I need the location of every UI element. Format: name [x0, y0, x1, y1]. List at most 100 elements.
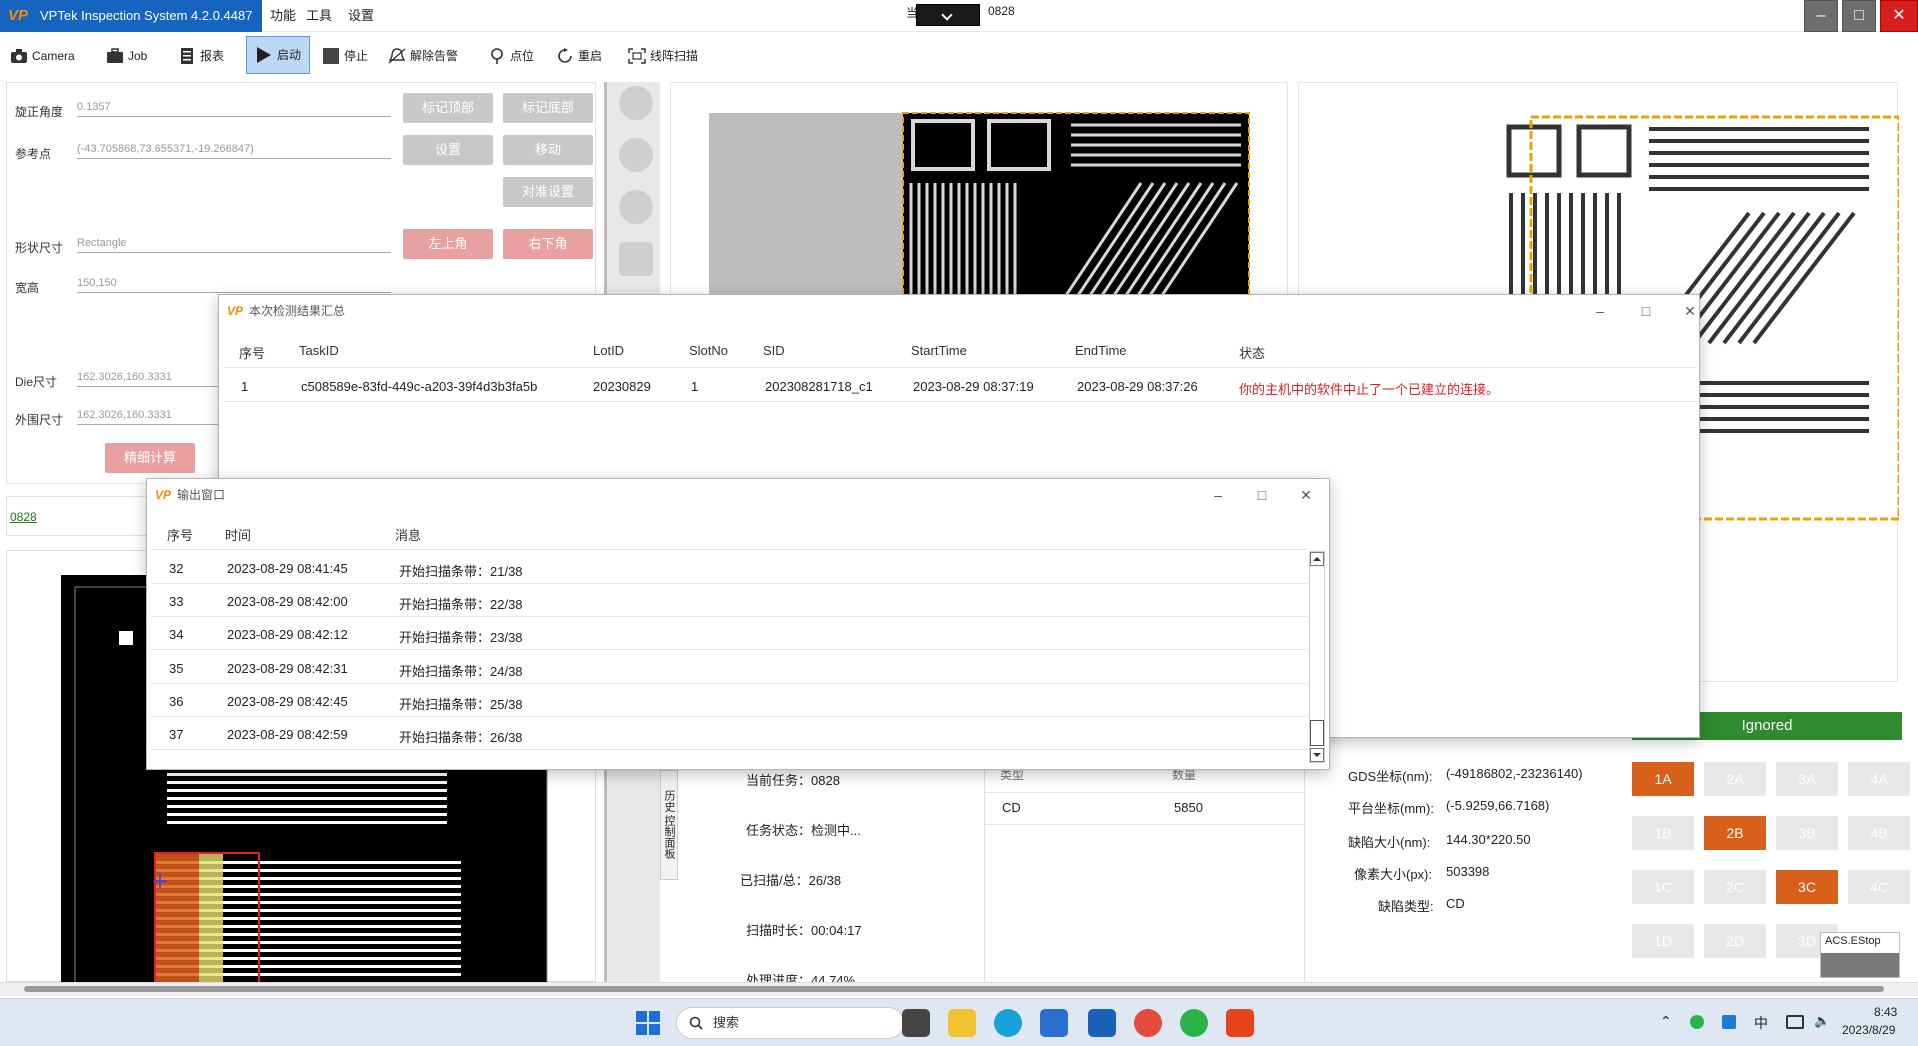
- control-panel-tab[interactable]: 控制面板: [663, 816, 675, 860]
- ref-point-field[interactable]: (-43.705868,73.655371,-19.266847): [77, 143, 391, 159]
- class-1a-button[interactable]: 1A: [1632, 762, 1694, 796]
- scroll-thumb[interactable]: [1310, 720, 1324, 746]
- row-divider: [151, 583, 1307, 584]
- class-1d-button[interactable]: 1D: [1632, 924, 1694, 958]
- width-height-field[interactable]: 150,150: [77, 277, 391, 293]
- dialog-minimize-button[interactable]: –: [1585, 295, 1615, 327]
- bottom-right-button[interactable]: 右下角: [503, 229, 593, 259]
- minimize-button[interactable]: –: [1804, 0, 1838, 32]
- network-icon[interactable]: [1786, 1015, 1804, 1029]
- class-4a-button[interactable]: 4A: [1848, 762, 1910, 796]
- defect-type-value: CD: [1446, 896, 1465, 911]
- restart-label: 重启: [578, 49, 603, 63]
- grid-globe-icon[interactable]: [619, 86, 653, 120]
- dialog-maximize-button[interactable]: □: [1631, 295, 1661, 327]
- ime-indicator[interactable]: 中: [1754, 1013, 1768, 1033]
- tray-bluetooth-icon[interactable]: [1722, 1015, 1736, 1029]
- menu-settings[interactable]: 设置: [342, 0, 380, 32]
- edge-browser-icon[interactable]: [994, 1009, 1022, 1037]
- class-3b-button[interactable]: 3B: [1776, 816, 1838, 850]
- taskbar-search[interactable]: 搜索: [676, 1007, 904, 1039]
- maximize-button[interactable]: □: [1842, 0, 1876, 32]
- dialog-close-button[interactable]: ✕: [1675, 295, 1705, 327]
- class-2b-button[interactable]: 2B: [1704, 816, 1766, 850]
- volume-icon[interactable]: 🔈: [1814, 1013, 1830, 1029]
- class-1c-button[interactable]: 1C: [1632, 870, 1694, 904]
- col-lotid: LotID: [593, 343, 625, 358]
- estop-indicator[interactable]: ACS.EStop: [1820, 932, 1900, 978]
- output-minimize-button[interactable]: –: [1203, 479, 1233, 511]
- class-2d-button[interactable]: 2D: [1704, 924, 1766, 958]
- ruler-icon[interactable]: [619, 242, 653, 276]
- report-label: 报表: [200, 49, 225, 63]
- out-cell-message: 开始扫描条带：24/38: [399, 664, 523, 679]
- gds-value: (-49186802,-23236140): [1446, 766, 1583, 781]
- snapshot-camera-icon[interactable]: [619, 138, 653, 172]
- class-4b-button[interactable]: 4B: [1848, 816, 1910, 850]
- task-link[interactable]: 0828: [10, 510, 37, 524]
- output-maximize-button[interactable]: □: [1247, 479, 1277, 511]
- defect-count-cell: 5850: [1174, 800, 1203, 815]
- wechat-icon[interactable]: [1180, 1009, 1208, 1037]
- move-button[interactable]: 移动: [503, 135, 593, 165]
- windows-start-icon[interactable]: [636, 1011, 660, 1035]
- align-settings-button[interactable]: 对准设置: [503, 177, 593, 207]
- horizontal-scrollbar[interactable]: [0, 982, 1918, 996]
- scroll-up-button[interactable]: [1310, 552, 1324, 566]
- clock-time[interactable]: 8:43: [1874, 1005, 1897, 1019]
- class-3c-button[interactable]: 3C: [1776, 870, 1838, 904]
- store-icon[interactable]: [1040, 1009, 1068, 1037]
- mark-bottom-button[interactable]: 标记底部: [503, 93, 593, 123]
- start-button[interactable]: 启动: [246, 36, 311, 74]
- class-4c-button[interactable]: 4C: [1848, 870, 1910, 904]
- class-1b-button[interactable]: 1B: [1632, 816, 1694, 850]
- camera-button[interactable]: Camera: [2, 38, 83, 74]
- class-2a-button[interactable]: 2A: [1704, 762, 1766, 796]
- output-scrollbar[interactable]: [1309, 551, 1325, 763]
- outer-size-field[interactable]: 162.3026,160.3331: [77, 409, 227, 425]
- clear-alarm-button[interactable]: 解除告警: [380, 38, 466, 74]
- clock-date[interactable]: 2023/8/29: [1842, 1023, 1895, 1037]
- output-close-button[interactable]: ✕: [1291, 479, 1321, 511]
- top-left-button[interactable]: 左上角: [403, 229, 493, 259]
- current-task-text: 当前任务：0828: [746, 773, 840, 788]
- mark-top-button[interactable]: 标记顶部: [403, 93, 493, 123]
- vptek-app-icon[interactable]: [1226, 1009, 1254, 1037]
- file-explorer-icon[interactable]: [948, 1009, 976, 1037]
- menu-tools[interactable]: 工具: [300, 0, 338, 32]
- set-button[interactable]: 设置: [403, 135, 493, 165]
- rotation-field[interactable]: 0.1357: [77, 101, 391, 117]
- out-cell-index: 34: [169, 627, 184, 642]
- menu-function[interactable]: 功能: [264, 0, 302, 32]
- history-tab[interactable]: 历史: [663, 790, 675, 812]
- job-button[interactable]: Job: [98, 38, 155, 74]
- row-divider: [151, 683, 1307, 684]
- task-view-icon[interactable]: [902, 1009, 930, 1037]
- scroll-down-button[interactable]: [1310, 748, 1324, 762]
- hscroll-thumb[interactable]: [24, 986, 1884, 992]
- close-button[interactable]: ✕: [1880, 0, 1918, 32]
- tray-wechat-icon[interactable]: [1690, 1015, 1704, 1029]
- chrome-icon[interactable]: [1134, 1009, 1162, 1037]
- task-combo[interactable]: [916, 4, 980, 26]
- vp-logo-icon: VP: [155, 488, 172, 502]
- ref-point-label: 参考点: [15, 147, 52, 161]
- restart-button[interactable]: 重启: [548, 38, 610, 74]
- cell-index: 1: [241, 379, 249, 394]
- line-scan-button[interactable]: 线阵扫描: [620, 38, 706, 74]
- out-cell-time: 2023-08-29 08:42:31: [227, 661, 348, 676]
- tray-chevron-up-icon[interactable]: ⌃: [1660, 1013, 1672, 1030]
- stage-value: (-5.9259,66.7168): [1446, 798, 1550, 813]
- target-icon[interactable]: [619, 190, 653, 224]
- point-button[interactable]: 点位: [480, 38, 542, 74]
- die-size-field[interactable]: 162.3026,160.3331: [77, 371, 227, 387]
- die-size-label: Die尺寸: [15, 375, 58, 389]
- mail-icon[interactable]: [1088, 1009, 1116, 1037]
- stop-button[interactable]: 停止: [314, 38, 376, 74]
- review-image[interactable]: [671, 83, 1289, 304]
- class-3a-button[interactable]: 3A: [1776, 762, 1838, 796]
- fine-calc-button[interactable]: 精细计算: [105, 443, 195, 473]
- report-button[interactable]: 报表: [170, 38, 232, 74]
- shape-select[interactable]: Rectangle: [77, 237, 391, 253]
- class-2c-button[interactable]: 2C: [1704, 870, 1766, 904]
